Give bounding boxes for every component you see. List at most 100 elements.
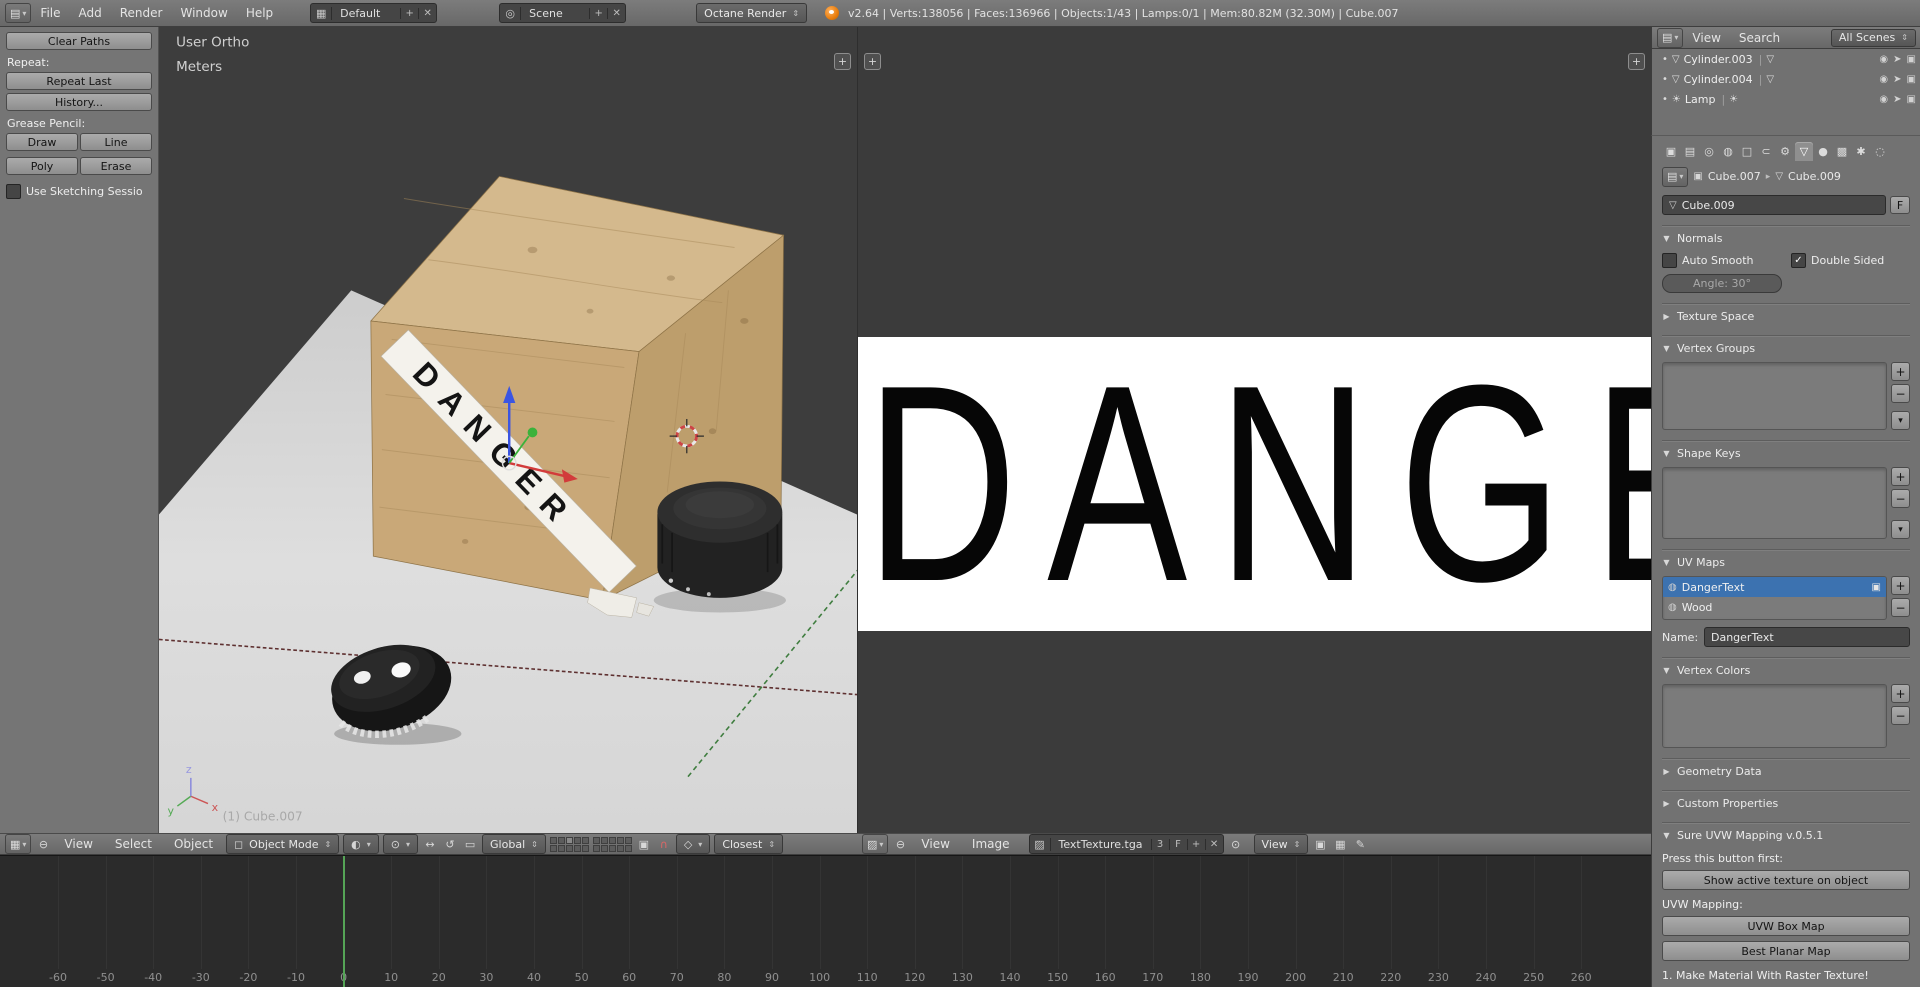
expand-icon[interactable]: •: [1662, 54, 1668, 65]
properties-tab-render-layers[interactable]: ▤: [1681, 142, 1699, 161]
panel-header-texture-space[interactable]: ▶ Texture Space: [1662, 304, 1910, 325]
properties-tab-modifiers[interactable]: ⚙: [1776, 142, 1794, 161]
outliner-item-cylinder-003[interactable]: • ▽ Cylinder.003 | ▽ ◉ ➤ ▣: [1652, 49, 1920, 69]
viewport-editor-type-button[interactable]: ▦ ▾: [5, 834, 32, 854]
grease-poly-button[interactable]: Poly: [6, 157, 78, 175]
renderability-toggle-icon[interactable]: ▣: [1907, 74, 1916, 85]
properties-tab-constraints[interactable]: ⊂: [1757, 142, 1775, 161]
snap-magnet-toggle[interactable]: ∩: [656, 835, 672, 853]
properties-tab-data[interactable]: ▽: [1795, 142, 1813, 161]
grease-erase-button[interactable]: Erase: [80, 157, 152, 175]
panel-header-shape-keys[interactable]: ▼ Shape Keys: [1662, 441, 1910, 462]
image-name[interactable]: TextTexture.tga: [1051, 838, 1151, 851]
menu-view[interactable]: View: [912, 837, 958, 851]
outliner-item-cylinder-004[interactable]: • ▽ Cylinder.004 | ▽ ◉ ➤ ▣: [1652, 69, 1920, 89]
menu-object[interactable]: Object: [165, 837, 222, 851]
add-vertex-group-button[interactable]: +: [1891, 362, 1910, 381]
renderability-toggle-icon[interactable]: ▣: [1907, 54, 1916, 65]
manipulator-scale-toggle[interactable]: ▭: [462, 835, 478, 853]
visibility-toggle-icon[interactable]: ◉: [1879, 94, 1888, 105]
collapse-menus-icon[interactable]: ⊖: [35, 835, 51, 853]
properties-tab-particles[interactable]: ✱: [1852, 142, 1870, 161]
image-fake-user-button[interactable]: F: [1168, 838, 1187, 850]
add-shape-key-button[interactable]: +: [1891, 467, 1910, 486]
manipulator-rotate-toggle[interactable]: ↺: [442, 835, 458, 853]
add-scene-button[interactable]: +: [589, 7, 607, 19]
shape-keys-list[interactable]: [1662, 467, 1887, 539]
grease-draw-button[interactable]: Draw: [6, 133, 78, 151]
properties-tab-physics[interactable]: ◌: [1871, 142, 1889, 161]
breadcrumb-object[interactable]: Cube.007: [1708, 170, 1761, 183]
pivot-point-select[interactable]: ⊙ ▾: [382, 834, 419, 854]
add-layout-button[interactable]: +: [400, 7, 418, 19]
datablock-name-field[interactable]: ▽ Cube.009: [1662, 195, 1886, 215]
properties-tab-render[interactable]: ▣: [1662, 142, 1680, 161]
uv-display-mode-select[interactable]: View ⇕: [1253, 834, 1309, 854]
paint-mode-icon[interactable]: ✎: [1352, 835, 1368, 853]
selectability-toggle-icon[interactable]: ➤: [1893, 74, 1901, 85]
unlink-image-button[interactable]: ✕: [1204, 838, 1223, 850]
menu-view[interactable]: View: [55, 837, 101, 851]
browse-images-icon[interactable]: ▨: [1030, 837, 1051, 851]
selectability-toggle-icon[interactable]: ➤: [1893, 94, 1901, 105]
timeline[interactable]: -60-50-40-30-20-100102030405060708090100…: [0, 855, 1651, 987]
uv-render-camera-icon[interactable]: ▣: [1872, 582, 1881, 593]
use-sketching-checkbox[interactable]: [6, 184, 21, 199]
render-result-icon[interactable]: ▣: [1312, 835, 1328, 853]
selectability-toggle-icon[interactable]: ➤: [1893, 54, 1901, 65]
visibility-toggle-icon[interactable]: ◉: [1879, 54, 1888, 65]
grease-line-button[interactable]: Line: [80, 133, 152, 151]
image-pin-toggle[interactable]: ⊙: [1228, 835, 1244, 853]
vertex-group-specials-button[interactable]: ▾: [1891, 411, 1910, 430]
uv-image-editor[interactable]: DANGE + +: [857, 27, 1651, 833]
shape-key-specials-button[interactable]: ▾: [1891, 520, 1910, 539]
browse-scenes-icon[interactable]: ◎: [500, 6, 522, 20]
properties-tab-material[interactable]: ●: [1814, 142, 1832, 161]
snap-element-select[interactable]: ◇ ▾: [675, 834, 711, 854]
manipulator-translate-toggle[interactable]: ↔: [422, 835, 438, 853]
menu-select[interactable]: Select: [106, 837, 161, 851]
vertex-colors-list[interactable]: [1662, 684, 1887, 748]
transform-orientation-select[interactable]: Global ⇕: [482, 834, 546, 854]
menu-file[interactable]: File: [31, 6, 69, 20]
outliner-editor-type-button[interactable]: ▤ ▾: [1657, 27, 1684, 48]
mode-select[interactable]: ◻ Object Mode ⇕: [226, 834, 340, 854]
browse-layouts-icon[interactable]: ▦: [311, 6, 333, 20]
auto-smooth-checkbox[interactable]: Auto Smooth: [1662, 253, 1781, 268]
layout-name[interactable]: Default: [332, 7, 400, 20]
expand-icon[interactable]: •: [1662, 94, 1668, 105]
remove-uv-map-button[interactable]: −: [1891, 598, 1910, 617]
uv-editor-type-button[interactable]: ▨ ▾: [862, 834, 889, 854]
remove-shape-key-button[interactable]: −: [1891, 489, 1910, 508]
menu-add[interactable]: Add: [70, 6, 111, 20]
menu-view[interactable]: View: [1683, 31, 1729, 45]
menu-search[interactable]: Search: [1730, 31, 1789, 45]
panel-header-normals[interactable]: ▼ Normals: [1662, 226, 1910, 247]
vertex-groups-list[interactable]: [1662, 362, 1887, 430]
repeat-last-button[interactable]: Repeat Last: [6, 72, 152, 90]
visibility-toggle-icon[interactable]: ◉: [1879, 74, 1888, 85]
fake-user-button[interactable]: F: [1890, 196, 1910, 214]
viewport-3d[interactable]: DANGER User Ortho Meters (1) Cube.007 x …: [159, 27, 857, 833]
uv-right-panel-toggle[interactable]: +: [1628, 53, 1645, 70]
info-editor-type-button[interactable]: ▤ ▾: [5, 3, 32, 23]
lock-to-scene-icon[interactable]: ▣: [636, 835, 652, 853]
panel-header-vertex-groups[interactable]: ▼ Vertex Groups: [1662, 336, 1910, 357]
image-users-count[interactable]: 3: [1150, 838, 1169, 850]
remove-vertex-color-button[interactable]: −: [1891, 706, 1910, 725]
panel-header-geometry-data[interactable]: ▶ Geometry Data: [1662, 759, 1910, 780]
breadcrumb-data[interactable]: Cube.009: [1788, 170, 1841, 183]
outliner-item-lamp[interactable]: • ☀ Lamp | ☀ ◉ ➤ ▣: [1652, 89, 1920, 109]
delete-layout-button[interactable]: ✕: [418, 7, 436, 19]
uv-map-name-field[interactable]: DangerText: [1704, 627, 1910, 647]
best-planar-map-button[interactable]: Best Planar Map: [1662, 941, 1910, 961]
render-engine-select[interactable]: Octane Render ⇕: [696, 3, 808, 23]
auto-smooth-angle-slider[interactable]: Angle: 30°: [1662, 274, 1782, 293]
menu-image[interactable]: Image: [963, 837, 1019, 851]
uvw-box-map-button[interactable]: UVW Box Map: [1662, 916, 1910, 936]
menu-render[interactable]: Render: [111, 6, 172, 20]
uv-grid-icon[interactable]: ▦: [1332, 835, 1348, 853]
timeline-playhead[interactable]: [342, 856, 345, 987]
outliner-filter-select[interactable]: All Scenes ⇕: [1830, 28, 1916, 47]
clear-paths-button[interactable]: Clear Paths: [6, 32, 152, 50]
